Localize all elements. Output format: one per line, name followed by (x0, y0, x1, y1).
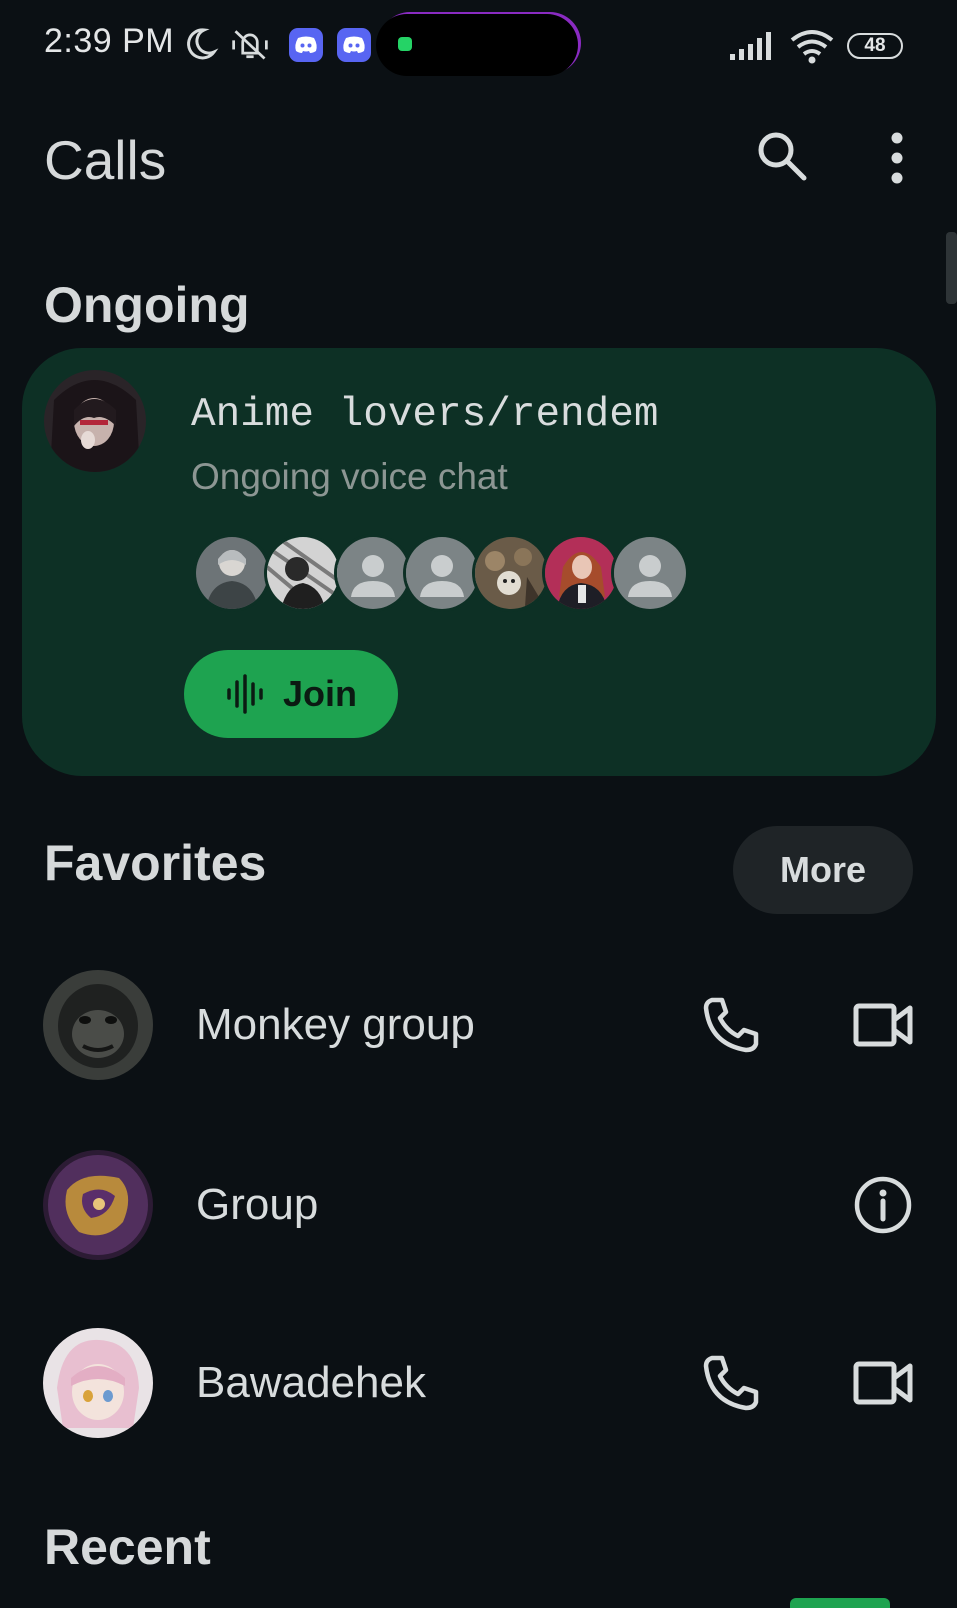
participant-avatar-default (611, 534, 689, 612)
signal-icon (730, 32, 771, 60)
vibrate-off-icon (232, 30, 268, 60)
whatsapp-icon (398, 37, 412, 51)
favorite-avatar-group[interactable] (43, 1150, 153, 1260)
participant-avatar (264, 534, 342, 612)
status-time: 2:39 PM (44, 22, 175, 60)
info-icon[interactable] (852, 1174, 914, 1236)
join-label: Join (282, 673, 357, 714)
phone-icon[interactable] (700, 1352, 762, 1414)
group-avatar (44, 370, 146, 472)
call-status: Ongoing voice chat (191, 456, 508, 497)
video-icon[interactable] (852, 994, 914, 1056)
participant-avatar-default (403, 534, 481, 612)
participant-avatar-default (334, 534, 412, 612)
favorites-section-title: Favorites (44, 835, 267, 891)
participant-avatar (193, 534, 271, 612)
battery-icon: 48 (847, 33, 903, 59)
favorite-avatar-monkey-group[interactable] (43, 970, 153, 1080)
favorites-more-button[interactable]: More (733, 826, 913, 914)
more-vert-icon[interactable] (882, 130, 912, 186)
video-icon[interactable] (852, 1352, 914, 1414)
call-title: Anime lovers/rendem (191, 392, 659, 438)
favorite-name[interactable]: Group (196, 1180, 318, 1230)
wifi-icon (790, 30, 834, 64)
moon-icon (187, 28, 219, 60)
phone-icon[interactable] (700, 994, 762, 1056)
page-title: Calls (44, 129, 167, 191)
discord-icon (289, 28, 323, 62)
search-icon[interactable] (754, 128, 810, 184)
scrollbar-thumb[interactable] (946, 232, 957, 304)
participant-avatar (542, 534, 620, 612)
ongoing-section-title: Ongoing (44, 277, 250, 333)
favorite-name[interactable]: Bawadehek (196, 1358, 426, 1408)
recent-section-title: Recent (44, 1519, 211, 1575)
join-button[interactable]: Join (184, 650, 398, 738)
participant-avatar (472, 534, 550, 612)
favorite-avatar-bawadehek[interactable] (43, 1328, 153, 1438)
discord-icon (337, 28, 371, 62)
favorite-name[interactable]: Monkey group (196, 1000, 475, 1050)
audio-wave-icon (227, 674, 263, 714)
